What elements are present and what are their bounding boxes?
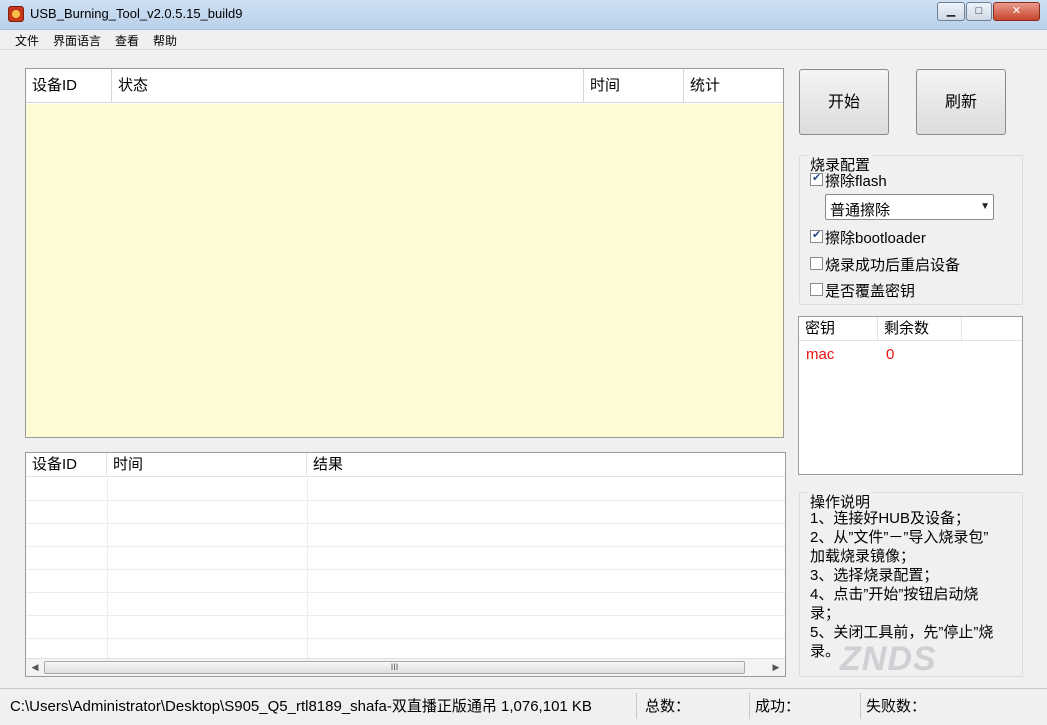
key-table[interactable]: 密钥 剩余数 mac 0 xyxy=(798,316,1023,475)
instruction-line: 1、连接好HUB及设备； xyxy=(810,510,971,527)
col-result[interactable]: 结果 xyxy=(307,453,785,477)
key-table-header: 密钥 剩余数 xyxy=(799,317,1022,341)
status-failed: 失败数： xyxy=(866,698,927,715)
menu-language[interactable]: 界面语言 xyxy=(53,32,101,49)
znds-watermark: ZNDS xyxy=(840,640,937,678)
horizontal-scrollbar[interactable]: ◀ III ▶ xyxy=(26,658,785,676)
device-table[interactable]: 设备ID 状态 时间 统计 xyxy=(25,68,784,438)
erase-flash-label: 擦除flash xyxy=(825,173,887,190)
scroll-left-icon[interactable]: ◀ xyxy=(26,659,44,676)
col-remaining[interactable]: 剩余数 xyxy=(878,317,962,341)
refresh-button[interactable]: 刷新 xyxy=(916,69,1006,135)
checkbox-unchecked-icon[interactable] xyxy=(810,257,823,270)
erase-mode-select[interactable]: 普通擦除 ▼ xyxy=(825,194,994,220)
scroll-thumb[interactable]: III xyxy=(44,661,745,674)
col-result-device-id[interactable]: 设备ID xyxy=(26,453,107,477)
menu-file[interactable]: 文件 xyxy=(15,32,39,49)
status-total: 总数： xyxy=(645,698,691,715)
device-table-header: 设备ID 状态 时间 统计 xyxy=(26,69,783,103)
key-name: mac xyxy=(806,346,835,363)
col-time[interactable]: 时间 xyxy=(584,69,684,103)
reboot-after-success-label: 烧录成功后重启设备 xyxy=(825,257,961,274)
result-table-grid xyxy=(26,478,785,660)
result-table-header: 设备ID 时间 结果 xyxy=(26,453,785,477)
app-icon xyxy=(8,6,24,22)
key-remaining: 0 xyxy=(886,346,895,363)
menu-view[interactable]: 查看 xyxy=(115,32,139,49)
col-result-time[interactable]: 时间 xyxy=(107,453,307,477)
result-table[interactable]: 设备ID 时间 结果 ◀ III ▶ xyxy=(25,452,786,677)
title-bar: USB_Burning_Tool_v2.0.5.15_build9 ▁ □ ✕ xyxy=(0,0,1047,30)
col-status[interactable]: 状态 xyxy=(112,69,584,103)
overwrite-key-label: 是否覆盖密钥 xyxy=(825,283,916,300)
instruction-line: 加载烧录镜像； xyxy=(810,548,916,565)
col-stats[interactable]: 统计 xyxy=(684,69,783,103)
instruction-line: 录； xyxy=(810,605,841,622)
instruction-line: 5、关闭工具前，先”停止”烧 xyxy=(810,624,994,641)
start-button[interactable]: 开始 xyxy=(799,69,889,135)
scroll-right-icon[interactable]: ▶ xyxy=(767,659,785,676)
checkbox-unchecked-icon[interactable] xyxy=(810,283,823,296)
erase-bootloader-label: 擦除bootloader xyxy=(825,230,926,247)
instruction-line: 2、从”文件”－”导入烧录包” xyxy=(810,529,989,546)
col-key[interactable]: 密钥 xyxy=(799,317,878,341)
instruction-line: 3、选择烧录配置； xyxy=(810,567,939,584)
device-table-body xyxy=(26,104,783,437)
checkbox-checked-icon[interactable] xyxy=(810,228,823,243)
col-device-id[interactable]: 设备ID xyxy=(26,69,112,103)
minimize-button[interactable]: ▁ xyxy=(937,2,965,21)
close-button[interactable]: ✕ xyxy=(993,2,1040,21)
erase-mode-value: 普通擦除 xyxy=(830,202,891,219)
status-file-path: C:\Users\Administrator\Desktop\S905_Q5_r… xyxy=(10,698,592,715)
dropdown-arrow-icon[interactable]: ▼ xyxy=(980,201,990,212)
maximize-button[interactable]: □ xyxy=(966,2,992,21)
checkbox-checked-icon[interactable] xyxy=(810,171,823,186)
instruction-line: 录。 xyxy=(810,643,841,660)
status-bar: C:\Users\Administrator\Desktop\S905_Q5_r… xyxy=(0,688,1047,725)
window-title: USB_Burning_Tool_v2.0.5.15_build9 xyxy=(30,6,243,21)
status-success: 成功： xyxy=(755,698,801,715)
menu-help[interactable]: 帮助 xyxy=(153,32,177,49)
instruction-line: 4、点击”开始”按钮启动烧 xyxy=(810,586,979,603)
menu-bar: 文件 界面语言 查看 帮助 xyxy=(0,30,1047,50)
